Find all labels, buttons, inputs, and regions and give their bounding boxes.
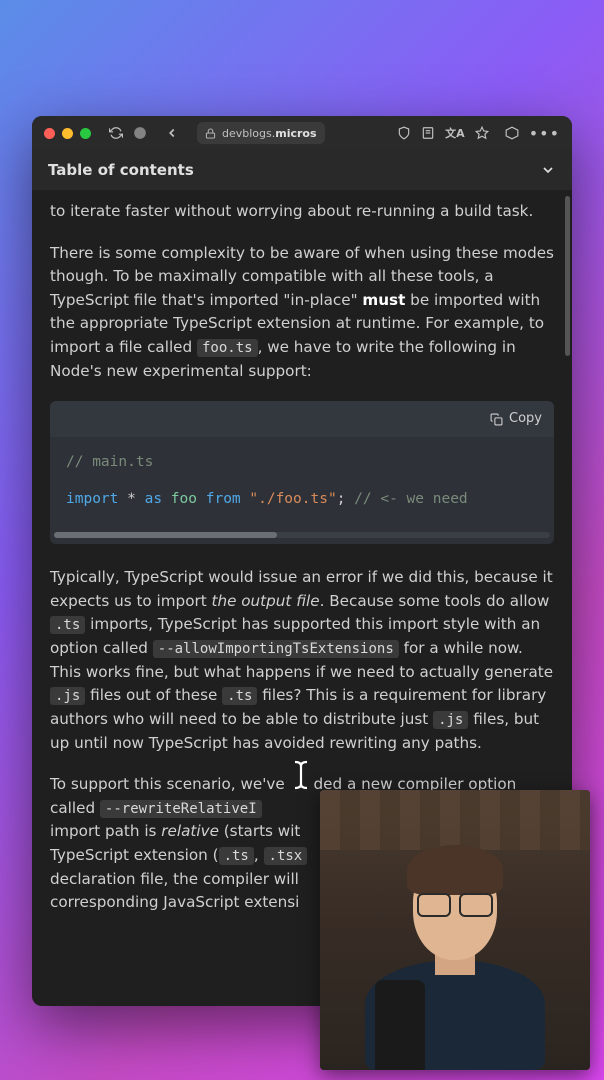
paragraph: There is some complexity to be aware of … <box>50 242 554 384</box>
inline-code: .ts <box>50 616 85 634</box>
text-cursor-icon <box>290 760 312 790</box>
avatar-icon[interactable] <box>133 126 147 140</box>
bookmark-icon[interactable] <box>475 126 489 140</box>
microphone <box>375 980 425 1070</box>
copy-button[interactable]: Copy <box>509 409 542 429</box>
traffic-lights <box>44 128 91 139</box>
close-window-button[interactable] <box>44 128 55 139</box>
copy-icon <box>490 413 503 426</box>
paragraph: to iterate faster without worrying about… <box>50 200 554 224</box>
paragraph: Typically, TypeScript would issue an err… <box>50 566 554 755</box>
presenter <box>355 850 555 1070</box>
code-scrollbar[interactable] <box>54 532 550 538</box>
bookshelf-background <box>320 790 590 850</box>
toc-header[interactable]: Table of contents <box>32 150 572 190</box>
extensions-icon[interactable] <box>505 126 519 140</box>
url-bar[interactable]: devblogs.micros <box>197 122 325 144</box>
toc-title: Table of contents <box>48 161 194 179</box>
titlebar: devblogs.micros 文A ••• <box>32 116 572 150</box>
inline-code: .tsx <box>264 847 308 865</box>
minimize-window-button[interactable] <box>62 128 73 139</box>
more-icon[interactable]: ••• <box>529 124 560 143</box>
inline-code: .js <box>50 687 85 705</box>
inline-code: .ts <box>222 687 257 705</box>
refresh-icon[interactable] <box>109 126 123 140</box>
inline-code: foo.ts <box>197 339 258 357</box>
url-text: devblogs.micros <box>222 127 317 140</box>
code-block: Copy // main.ts import * as foo from "./… <box>50 401 554 544</box>
scrollbar[interactable] <box>565 196 570 356</box>
inline-code: --allowImportingTsExtensions <box>153 640 399 658</box>
maximize-window-button[interactable] <box>80 128 91 139</box>
code-body[interactable]: // main.ts import * as foo from "./foo.t… <box>50 437 554 532</box>
webcam-overlay <box>320 790 590 1070</box>
inline-code: .ts <box>219 847 254 865</box>
translate-icon[interactable]: 文A <box>445 125 465 141</box>
lock-icon <box>205 128 216 139</box>
reader-icon[interactable] <box>421 126 435 140</box>
back-button[interactable] <box>165 126 179 140</box>
chevron-down-icon <box>540 162 556 178</box>
shield-icon[interactable] <box>397 126 411 140</box>
inline-code: --rewriteRelativeI <box>100 800 262 818</box>
inline-code: .js <box>433 711 468 729</box>
